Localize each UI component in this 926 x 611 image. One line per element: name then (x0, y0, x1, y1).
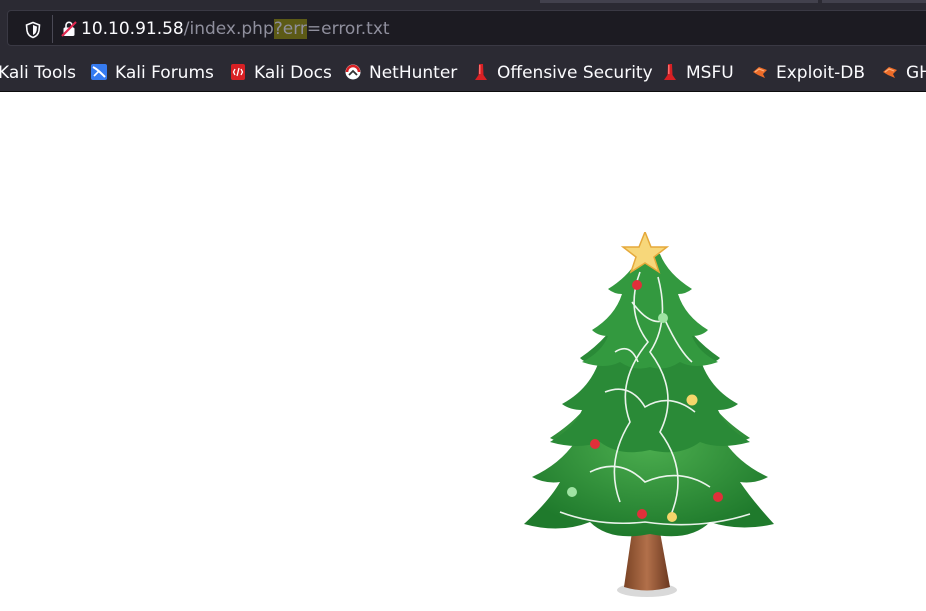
bookmark-label: Kali Docs (254, 63, 332, 83)
kali-docs-icon (231, 64, 245, 80)
bookmark-kali-docs[interactable]: Kali Docs (229, 56, 332, 91)
page-content (0, 92, 926, 611)
bookmark-ghdb[interactable]: GH (881, 56, 926, 91)
bookmark-label: GH (906, 63, 926, 83)
bookmark-msfu[interactable]: MSFU (661, 56, 734, 91)
bookmark-label: Kali Tools (0, 63, 76, 83)
msfu-icon (664, 64, 676, 80)
url-host: 10.10.91.58 (81, 19, 184, 39)
bookmark-offensive-security[interactable]: Offensive Security (472, 56, 653, 91)
tracking-protection-shield-icon[interactable] (24, 21, 42, 39)
kali-forums-icon (91, 64, 107, 80)
tree-trunk (624, 532, 670, 591)
ghdb-icon (883, 67, 897, 78)
bookmark-nethunter[interactable]: NetHunter (344, 56, 457, 91)
bookmark-label: NetHunter (369, 63, 458, 83)
bookmark-kali-forums[interactable]: Kali Forums (90, 56, 214, 91)
tab-strip-edge-right (822, 0, 926, 3)
nethunter-icon (345, 64, 361, 80)
christmas-tree-image (524, 232, 774, 597)
address-bar-separator (52, 15, 53, 43)
insecure-lock-icon[interactable] (60, 20, 78, 38)
offsec-icon (475, 64, 487, 80)
bookmark-label: Exploit-DB (776, 63, 865, 83)
tab-strip-edge (540, 0, 818, 3)
exploit-db-icon (753, 67, 767, 78)
bookmark-label: MSFU (686, 63, 734, 83)
url-query-value: =error.txt (306, 19, 390, 39)
url-text[interactable]: 10.10.91.58/index.php?err=error.txt (81, 17, 390, 41)
bookmark-label: Kali Forums (115, 63, 214, 83)
bookmark-kali-tools[interactable]: Kali Tools (0, 56, 76, 91)
address-bar[interactable]: 10.10.91.58/index.php?err=error.txt (7, 10, 926, 46)
bookmark-label: Offensive Security (497, 63, 653, 83)
url-query-highlight: ?err (273, 19, 307, 39)
bookmark-exploit-db[interactable]: Exploit-DB (751, 56, 865, 91)
url-path: /index.php (183, 19, 274, 39)
bookmarks-toolbar: Kali Tools Kali Forums Kali Docs NetHunt… (0, 56, 926, 92)
